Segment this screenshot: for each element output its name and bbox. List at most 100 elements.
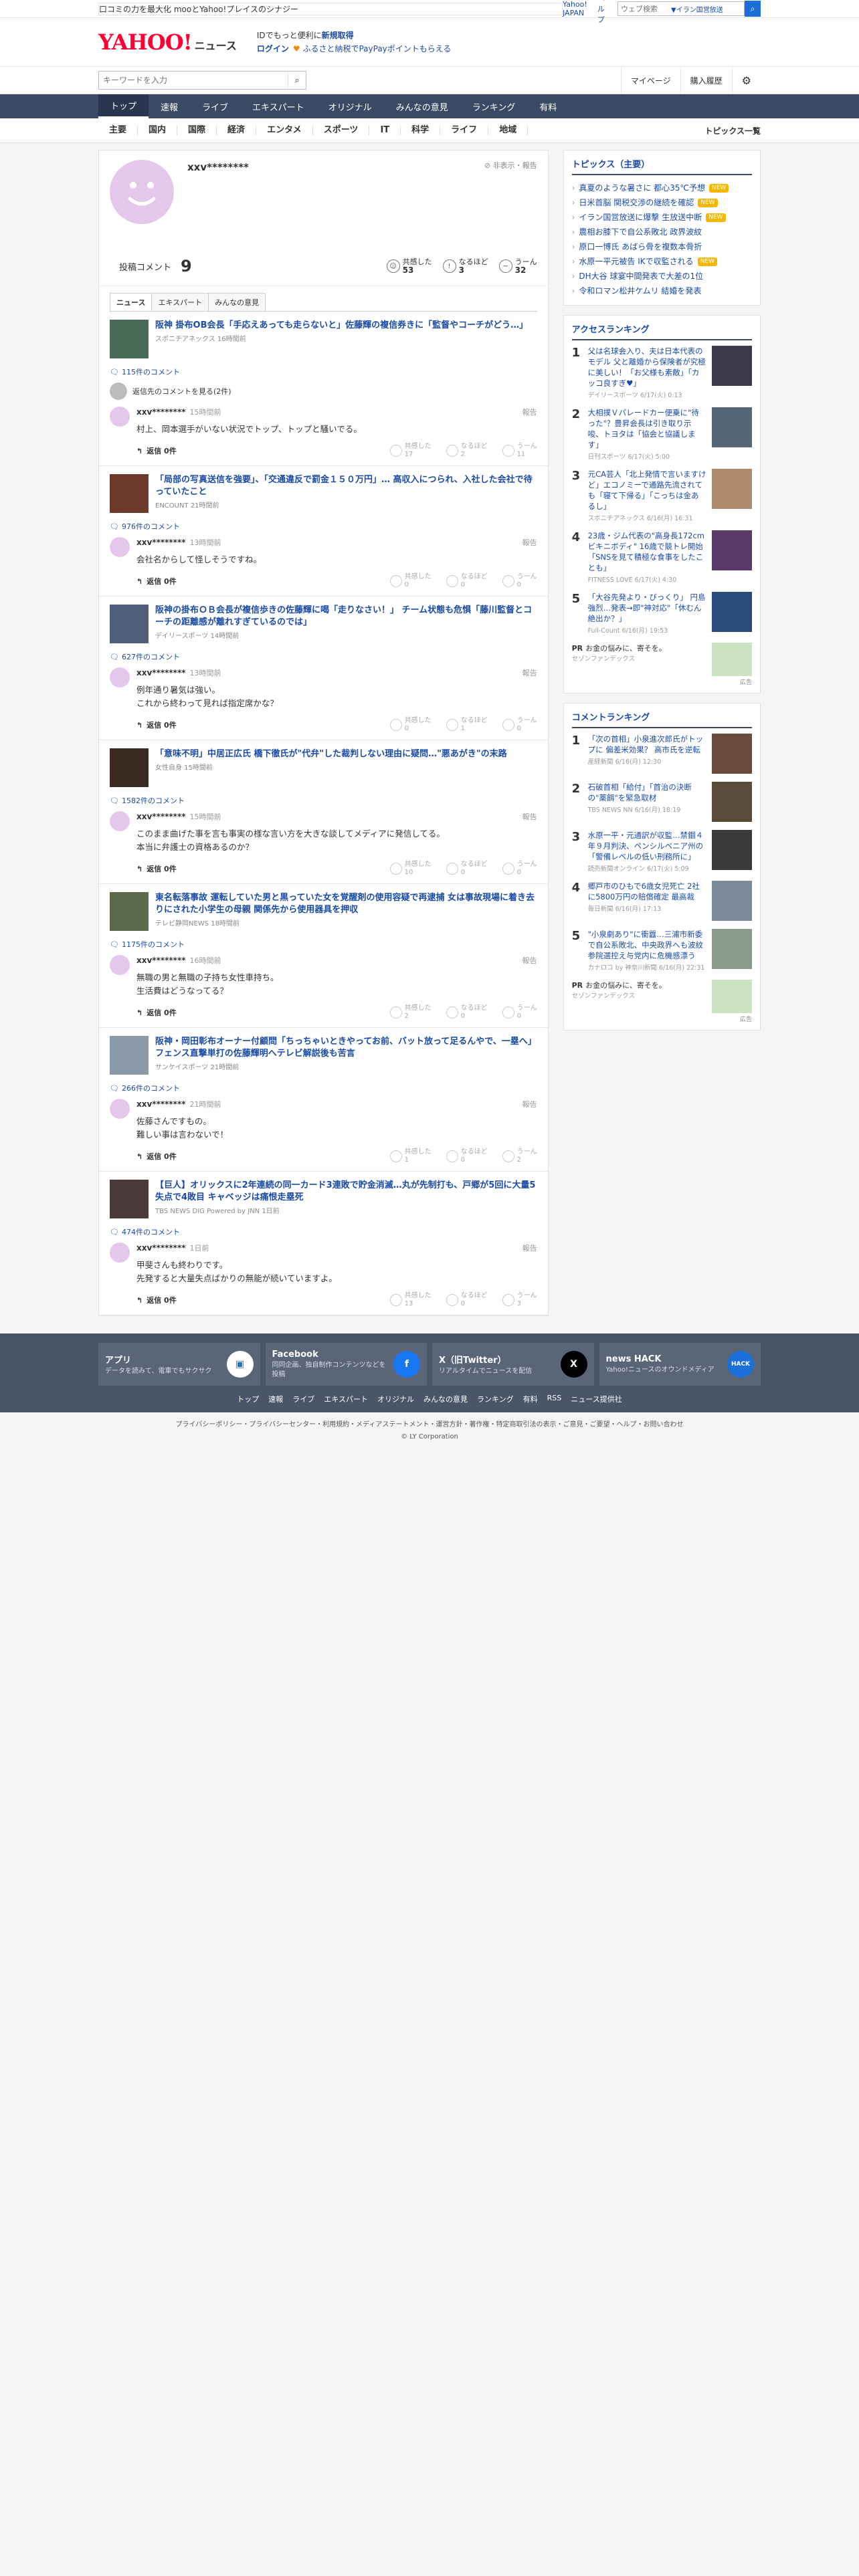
hmm-button[interactable]: うーん 2 xyxy=(502,1148,537,1164)
footer-link[interactable]: オリジナル xyxy=(377,1394,414,1404)
ranking-item[interactable]: 4 郷戸市のひもで6歳女児死亡 2社に5800万円の賠償確定 最高裁 毎日新聞 6/… xyxy=(572,881,752,921)
reply-button[interactable]: ↰ 返信 0件 xyxy=(136,720,177,730)
purchase-history-button[interactable]: 購入履歴 xyxy=(680,67,732,94)
footer-link[interactable]: トップ xyxy=(237,1394,259,1404)
subnav-tab-2[interactable]: 国際 xyxy=(177,126,217,135)
promo-link[interactable]: 口コミの力を最大化 mooとYahoo!プレイスのシナジー xyxy=(99,5,298,14)
nav-tab-1[interactable]: 速報 xyxy=(149,94,190,118)
subnav-tab-0[interactable]: 主要 xyxy=(98,126,138,135)
nav-tab-2[interactable]: ライブ xyxy=(190,94,240,118)
hmm-button[interactable]: うーん 0 xyxy=(502,1004,537,1021)
agree-button[interactable]: 共感した 1 xyxy=(389,1148,432,1164)
article-title[interactable]: 阪神 掛布OB会長「手応えあっても走らないと」佐藤輝の複信券きに「監督やコーチが… xyxy=(155,320,528,332)
comment-username[interactable]: xxv******** xyxy=(136,668,186,677)
trending-word[interactable]: ▼イラン国営放送 xyxy=(671,4,745,14)
article-title[interactable]: 東名転落事故 運転していた男と黒っていた女を覚醒剤の使用容疑で再逮捕 女は事故現… xyxy=(155,892,537,916)
article-link[interactable]: 【巨人】オリックスに2年連続の同一カード3連敗で貯金消滅…丸が先制打も、戸郷が5… xyxy=(110,1180,537,1218)
ranking-item[interactable]: 4 23歳・ジム代表の"高身長172cmビキニボディ" 16歳で競トレ開始「SNS… xyxy=(572,530,752,584)
report-button[interactable]: 報告 xyxy=(522,955,537,966)
agree-button[interactable]: 共感した 0 xyxy=(389,573,432,589)
subnav-tab-6[interactable]: IT xyxy=(369,126,401,135)
footer-card-3[interactable]: news HACK Yahoo!ニュースのオウンドメディア HACK xyxy=(599,1343,761,1386)
report-button[interactable]: 報告 xyxy=(522,1099,537,1109)
article-link[interactable]: 東名転落事故 運転していた男と黒っていた女を覚醒剤の使用容疑で再逮捕 女は事故現… xyxy=(110,892,537,931)
pr-ad-2[interactable]: PR お金の悩みに、寄そを。 セゾンファンデックス xyxy=(572,980,752,1013)
comment-count-link[interactable]: 🗨 474件のコメント xyxy=(110,1226,537,1237)
agree-button[interactable]: 共感した 0 xyxy=(389,717,432,733)
comment-username[interactable]: xxv******** xyxy=(136,407,186,417)
nav-tab-4[interactable]: オリジナル xyxy=(316,94,384,118)
insight-button[interactable]: なるほど 1 xyxy=(446,717,488,733)
report-button[interactable]: 報告 xyxy=(522,537,537,548)
insight-button[interactable]: なるほど 0 xyxy=(446,861,488,877)
subnav-tab-3[interactable]: 経済 xyxy=(217,126,257,135)
ranking-item[interactable]: 3 元CA芸人「北上発情で言いますけど」エコノミーで通路先流されても「寝て下帰る」… xyxy=(572,469,752,522)
topic-item[interactable]: 真夏のような暑さに 都心35℃予想NEW xyxy=(572,181,752,195)
article-link[interactable]: 阪神の掛布ＯＢ会長が複信歩きの佐藤輝に喝「走りなさい！」 チーム状態も危惧「藤川… xyxy=(110,605,537,643)
tab-1[interactable]: エキスパート xyxy=(151,293,209,311)
insight-button[interactable]: なるほど 0 xyxy=(446,1148,488,1164)
comment-count-link[interactable]: 🗨 627件のコメント xyxy=(110,651,537,662)
comment-username[interactable]: xxv******** xyxy=(136,956,186,965)
footer-link[interactable]: 有料 xyxy=(523,1394,538,1404)
subnav-tab-1[interactable]: 国内 xyxy=(138,126,178,135)
insight-button[interactable]: なるほど 0 xyxy=(446,1292,488,1308)
yahoo-news-logo[interactable]: YAHOO! ニュース xyxy=(98,29,237,55)
nav-tab-7[interactable]: 有料 xyxy=(527,94,569,118)
ranking-item[interactable]: 2 石破首相「給付」「首治の決断の"薬餌"を緊急取材 TBS NEWS NN 6/1… xyxy=(572,782,752,822)
ranking-item[interactable]: 5 「大谷先発より・びっくり」 円島強烈…発表→即"神対応"「休むん絶出か？」 Fu… xyxy=(572,592,752,635)
article-title[interactable]: 「局部の写真送信を強要」、「交通違反で罰金１５０万円」… 高収入につられ、入社し… xyxy=(155,474,537,498)
login-link[interactable]: ログイン xyxy=(257,44,289,53)
nav-tab-0[interactable]: トップ xyxy=(98,94,149,118)
pr-ad[interactable]: PR お金の悩みに、寄そを。 セゾンファンデックス xyxy=(572,643,752,676)
signup-link[interactable]: 新規取得 xyxy=(322,31,354,40)
comment-count-link[interactable]: 🗨 266件のコメント xyxy=(110,1083,537,1093)
hide-report-button[interactable]: ⊘ 非表示・報告 xyxy=(484,160,537,171)
web-search-button[interactable]: ⌕ xyxy=(745,1,761,17)
reply-button[interactable]: ↰ 返信 0件 xyxy=(136,1295,177,1305)
topic-item[interactable]: DH大谷 球宴中間発表で大差の1位 xyxy=(572,269,752,284)
hmm-button[interactable]: うーん 11 xyxy=(502,443,537,459)
footer-link[interactable]: ライブ xyxy=(292,1394,314,1404)
ranking-item[interactable]: 2 大相撲Ｖパレードカー便乗に"待った"？豊昇会長は引き取り示唆、トヨタは「協会と… xyxy=(572,407,752,461)
parent-comment-link[interactable]: 返信先のコメントを見る(2件) xyxy=(110,383,537,400)
ranking-item[interactable]: 1 「次の首相」小泉進次郎氏がトップに 偏差米効果？ 高市氏を逆転 産経新聞 6/1… xyxy=(572,734,752,774)
reply-button[interactable]: ↰ 返信 0件 xyxy=(136,445,177,456)
report-button[interactable]: 報告 xyxy=(522,811,537,822)
ranking-item[interactable]: 3 水原一平・元通訳が収監…禁錮４年９月判決、ペンシルベニア州の「警備レベルの低い… xyxy=(572,830,752,873)
comment-count-link[interactable]: 🗨 976件のコメント xyxy=(110,521,537,532)
footer-card-0[interactable]: アプリ データを読みて、電車でもサクサク ▣ xyxy=(98,1343,260,1386)
article-link[interactable]: 阪神 掛布OB会長「手応えあっても走らないと」佐藤輝の複信券きに「監督やコーチが… xyxy=(110,320,537,358)
report-button[interactable]: 報告 xyxy=(522,667,537,678)
topic-item[interactable]: 農相お膝下で自公系敗北 政界波紋 xyxy=(572,225,752,239)
comment-username[interactable]: xxv******** xyxy=(136,1243,186,1253)
furusato-link[interactable]: ふるさと納税でPayPayポイントもらえる xyxy=(302,44,451,53)
insight-button[interactable]: なるほど 0 xyxy=(446,1004,488,1021)
footer-card-1[interactable]: Facebook 同同企画、独自制作コンテンツなどを投稿 f xyxy=(265,1343,427,1386)
footer-card-2[interactable]: X（旧Twitter） リアルタイムでニュースを配信 X xyxy=(432,1343,594,1386)
hmm-button[interactable]: うーん 0 xyxy=(502,861,537,877)
subnav-tab-8[interactable]: ライフ xyxy=(440,126,489,135)
reply-button[interactable]: ↰ 返信 0件 xyxy=(136,1007,177,1018)
topic-item[interactable]: 令和ロマン松井ケムリ 結婚を発表 xyxy=(572,284,752,298)
footer-link[interactable]: RSS xyxy=(547,1394,562,1404)
topic-item[interactable]: イラン国営放送に爆撃 生放送中断 NEW xyxy=(572,210,752,225)
insight-button[interactable]: なるほど 2 xyxy=(446,443,488,459)
topic-item[interactable]: 原口一博氏 あばら骨を複数本骨折 xyxy=(572,239,752,254)
topic-item[interactable]: 日米首脳 関税交渉の継続を確認 NEW xyxy=(572,195,752,210)
agree-button[interactable]: 共感した 2 xyxy=(389,1004,432,1021)
ranking-item[interactable]: 1 父は名球会入り、夫は日本代表のモデル 父と離婚から保険者が究極に美しい！「お父… xyxy=(572,346,752,399)
article-title[interactable]: 【巨人】オリックスに2年連続の同一カード3連敗で貯金消滅…丸が先制打も、戸郷が5… xyxy=(155,1180,537,1204)
yahoo-japan-link[interactable]: Yahoo! JAPAN xyxy=(563,0,589,17)
ranking-item[interactable]: 5 "小泉劇あり"に衝囂…三浦市新委で自公系敗北、中央政界へも波紋 参院選控え与党… xyxy=(572,929,752,972)
topic-item[interactable]: 水原一平元被告 IKで収監されるNEW xyxy=(572,254,752,269)
topics-list-link[interactable]: トピックス一覧 xyxy=(704,125,761,136)
news-search-button[interactable]: ⌕ xyxy=(288,72,306,88)
footer-link[interactable]: みんなの意見 xyxy=(423,1394,468,1404)
footer-link[interactable]: エキスパート xyxy=(324,1394,368,1404)
subnav-tab-7[interactable]: 科学 xyxy=(401,126,441,135)
comment-username[interactable]: xxv******** xyxy=(136,538,186,547)
article-title[interactable]: 「意味不明」中居正広氏 橋下徹氏が"代弁"した裁判しない理由に疑問…"悪あがき"… xyxy=(155,748,507,760)
report-button[interactable]: 報告 xyxy=(522,1243,537,1253)
nav-tab-3[interactable]: エキスパート xyxy=(240,94,316,118)
